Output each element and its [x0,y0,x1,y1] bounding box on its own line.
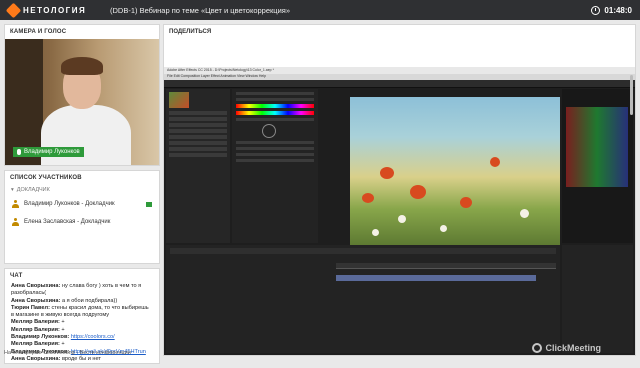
chat-text: + [61,341,65,348]
speaker-icon [146,201,152,207]
poppy-flower [460,197,472,208]
effect-row [236,159,314,162]
project-row [169,111,227,115]
presenter-label: Владимир Луконков [13,147,84,157]
participants-panel: СПИСОК УЧАСТНИКОВ ▾ ДОКЛАДЧИК Владимир Л… [4,170,160,264]
poppy-flower [362,193,374,203]
chat-author: Владимир Луконков: [11,334,70,341]
share-panel-heading: ПОДЕЛИТЬСЯ [169,29,212,35]
user-icon [12,200,19,208]
poppy-flower [490,157,500,167]
clock-icon [591,5,601,15]
chat-panel-heading: ЧАТ [10,273,23,279]
camera-video[interactable]: Владимир Луконков [5,39,159,165]
effect-row [236,147,314,150]
project-panel [166,89,230,243]
shared-screen: Adobe After Effects CC 2015 - D:\Project… [164,67,635,355]
video-presenter-hair [61,57,103,75]
clickmeeting-watermark: ClickMeeting [532,343,601,353]
poppy-flower [380,167,394,179]
composition-viewer [350,97,560,257]
participant-row[interactable]: Елена Заславская - Докладчик [5,213,159,231]
project-row [169,117,227,121]
chat-message: Тюрин Павел: стены красил дома, то что в… [11,305,153,320]
chat-text: + [61,319,65,326]
chat-text: + [61,326,65,333]
left-column: КАМЕРА И ГОЛОС Владимир Луконков СПИСОК … [4,24,160,368]
project-row [169,135,227,139]
chat-author: Тюрин Павел: [11,304,50,311]
timeline-panel [166,245,560,353]
chevron-down-icon: ▾ [11,187,14,193]
effect-row [236,92,314,95]
chat-message: Владимир Луконков: https://coolors.co/ [11,334,153,341]
webinar-title: (DDB-1) Вебинар по теме «Цвет и цветокор… [110,5,290,15]
chat-author: Мелляр Валерия: [11,326,60,333]
hue-spectrum [236,111,314,115]
chat-author: Анна Сворыхина: [11,283,61,289]
daisy-flower [440,225,447,232]
properties-panel [562,245,633,353]
project-row [169,123,227,127]
timeline-bar [170,248,556,254]
hue-spectrum [236,104,314,108]
participant-name: Елена Заславская - Докладчик [24,219,111,225]
share-panel: ПОДЕЛИТЬСЯ Adobe After Effects CC 2015 -… [163,24,636,356]
effect-row [236,141,314,144]
logo: НЕТОЛОГИЯ [0,2,110,18]
share-scrollbar[interactable] [630,75,633,115]
shared-app-toolbar [164,80,635,88]
effect-row [236,98,314,101]
watermark-text: ClickMeeting [545,343,601,353]
camera-panel: КАМЕРА И ГОЛОС Владимир Луконков [4,24,160,166]
timer-value: 01:48:0 [604,5,632,15]
waveform-scope [566,107,628,187]
chat-link[interactable]: https://coolors.co/ [71,334,115,340]
shared-app-title: Adobe After Effects CC 2015 - D:\Project… [164,67,635,74]
participants-group-toggle[interactable]: ▾ ДОКЛАДЧИК [5,185,159,195]
effect-controls-panel [232,89,318,243]
poppy-flower [410,185,426,199]
top-bar: НЕТОЛОГИЯ (DDB-1) Вебинар по теме «Цвет … [0,0,640,20]
chat-message: Мелляр Валерия: + [11,327,153,334]
chat-message: Анна Сворыхина: а я обои подбирала)) [11,298,153,305]
presenter-name: Владимир Луконков [24,149,80,155]
hue-wheel-icon [262,124,276,138]
timer: 01:48:0 [591,5,640,15]
project-row [169,147,227,151]
daisy-flower [372,229,379,236]
logo-mark-icon [5,2,22,18]
timeline-ruler [336,263,556,269]
chat-text: вроде бы и нет [61,355,101,362]
clickmeeting-icon [532,343,543,353]
footer-note: На платформе ClickMeeting - Вести конфер… [4,350,131,356]
chat-author: Анна Сворыхина: [11,297,61,304]
chat-text: а я обои подбирала)) [61,297,118,304]
daisy-flower [398,215,406,223]
camera-panel-heading: КАМЕРА И ГОЛОС [10,29,67,35]
timeline-clip [336,275,536,281]
project-row [169,129,227,133]
project-thumbnail [169,92,189,108]
participant-row[interactable]: Владимир Луконков - Докладчик [5,195,159,213]
chat-author: Мелляр Валерия: [11,341,60,348]
participants-panel-heading: СПИСОК УЧАСТНИКОВ [10,175,82,181]
chat-author: Анна Сворыхина: [11,355,61,362]
logo-text: НЕТОЛОГИЯ [23,5,87,15]
daisy-flower [520,209,529,218]
chat-message: Мелляр Валерия: + [11,319,153,326]
project-row [169,141,227,145]
user-icon [12,218,19,226]
participant-name: Владимир Луконков - Докладчик [24,201,115,207]
group-label: ДОКЛАДЧИК [16,187,50,193]
effect-row [236,118,314,121]
scopes-panel [562,89,633,243]
effect-row [236,153,314,156]
chat-author: Мелляр Валерия: [11,319,60,326]
chat-message: Мелляр Валерия: + [11,341,153,348]
chat-message: Анна Сворыхина: ну слава богу ) хоть в ч… [11,283,153,298]
project-row [169,153,227,157]
microphone-icon [17,149,21,155]
